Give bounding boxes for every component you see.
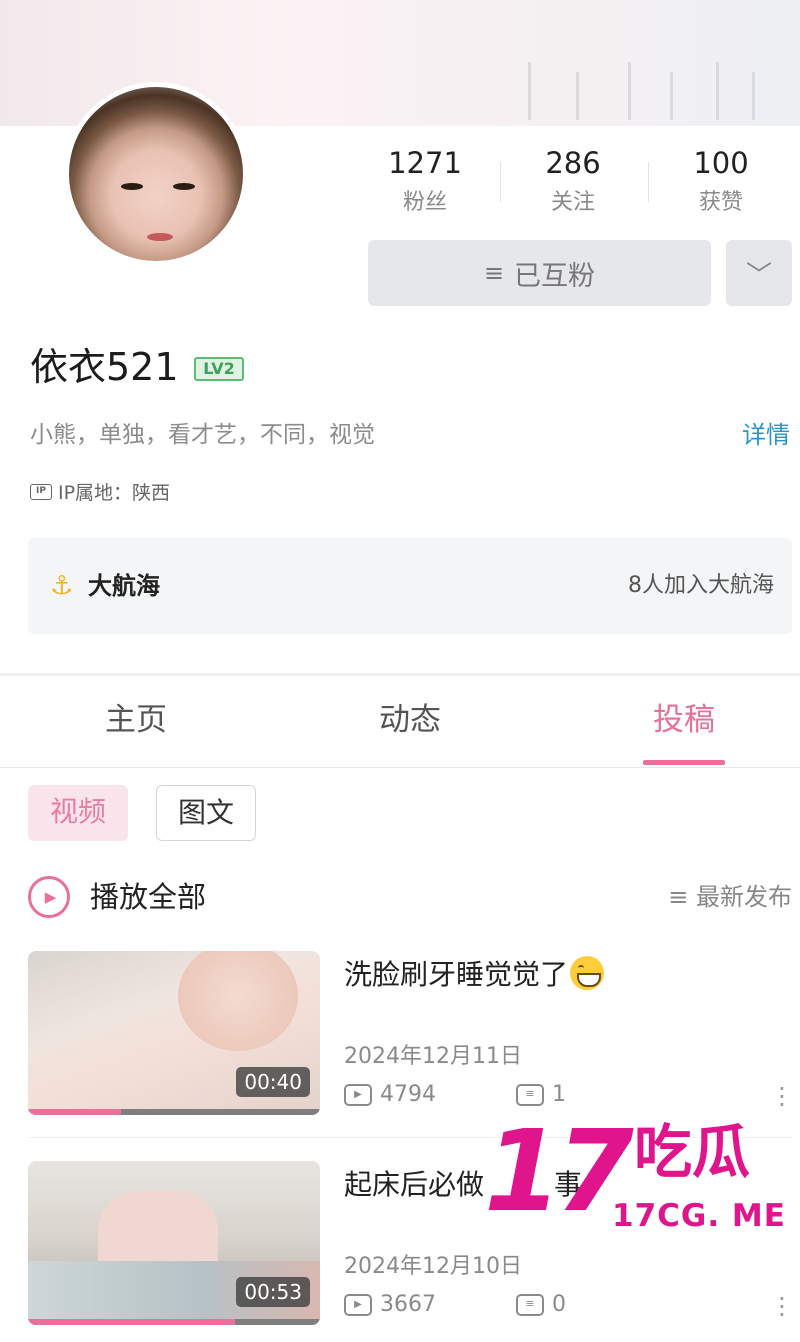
tab-dynamics[interactable]: 动态 — [310, 696, 510, 744]
anchor-icon: ⚓ — [50, 571, 74, 601]
play-count-icon: ▶ — [344, 1084, 372, 1106]
video-duration: 00:53 — [236, 1277, 310, 1307]
grinning-face-emoji-icon — [570, 956, 605, 990]
stat-label: 获赞 — [698, 190, 743, 215]
thumbnail-detail — [178, 951, 298, 1051]
stat-label: 粉丝 — [402, 190, 447, 215]
stat-likes[interactable]: 100 获赞 — [656, 146, 786, 216]
more-options-button[interactable]: ﹀ — [726, 240, 792, 306]
video-list-item[interactable]: 00:40 洗脸刷牙睡觉觉了 2024年12月11日 ▶ 4794 ≡ 1 · ·… — [28, 951, 800, 1121]
stat-value: 1271 — [388, 146, 462, 180]
video-meta: ▶ 3667 ≡ 0 — [344, 1291, 566, 1319]
ip-location-text: IP属地：陕西 — [58, 482, 171, 504]
comment-count: 1 — [552, 1082, 566, 1107]
video-title: 洗脸刷牙睡觉觉了 — [344, 955, 605, 995]
profile-name: 依衣521 — [30, 345, 179, 389]
banner-decoration — [576, 72, 579, 120]
voyage-title: 大航海 — [88, 572, 160, 600]
detail-link[interactable]: 详情 — [742, 420, 790, 450]
watch-progress-bar — [28, 1319, 320, 1325]
watermark-domain: 17CG. ME — [612, 1198, 786, 1234]
stat-value: 100 — [693, 146, 749, 180]
video-title-text: 洗脸刷牙睡觉觉了 — [344, 958, 569, 991]
video-thumbnail[interactable]: 00:53 — [28, 1161, 320, 1325]
banner-decoration — [628, 62, 631, 120]
comment-icon: ≡ — [516, 1294, 544, 1316]
follow-button-label: 已互粉 — [514, 260, 596, 292]
play-all-button[interactable]: 播放全部 — [90, 876, 206, 918]
comment-icon: ≡ — [516, 1084, 544, 1106]
voyage-card[interactable]: ⚓ 大航海 8人加入大航海 — [28, 538, 792, 634]
stat-divider — [648, 162, 649, 202]
ip-location: IP IP属地：陕西 — [30, 478, 170, 505]
view-count: 4794 — [380, 1082, 436, 1107]
profile-bio: 小熊，单独，看才艺，不同，视觉 — [30, 422, 375, 448]
stat-value: 286 — [545, 146, 601, 180]
banner-decoration — [752, 72, 755, 120]
video-title-text: 起床后必做 — [344, 1168, 485, 1201]
play-count-icon: ▶ — [344, 1294, 372, 1316]
avatar-detail — [147, 233, 173, 241]
avatar[interactable] — [64, 82, 248, 266]
video-meta: ▶ 4794 ≡ 1 — [344, 1081, 566, 1109]
watch-progress-bar — [28, 1109, 320, 1115]
sort-latest-button[interactable]: ≡ 最新发布 — [668, 880, 792, 914]
video-duration: 00:40 — [236, 1067, 310, 1097]
banner-decoration — [716, 62, 719, 120]
chevron-down-icon: ﹀ — [745, 260, 772, 291]
tab-submissions[interactable]: 投稿 — [584, 696, 784, 744]
watch-progress-fill — [28, 1109, 122, 1115]
mutual-follow-button[interactable]: ≡ 已互粉 — [368, 240, 711, 306]
active-tab-indicator — [643, 760, 725, 765]
profile-stats: 1271 粉丝 286 关注 100 获赞 — [350, 146, 800, 226]
voyage-count: 8人加入大航海 — [628, 573, 774, 598]
tab-home[interactable]: 主页 — [36, 696, 236, 744]
level-badge: LV2 — [194, 357, 244, 381]
more-vertical-icon[interactable]: · · · — [778, 1287, 786, 1327]
stat-following[interactable]: 286 关注 — [508, 146, 638, 216]
more-vertical-icon[interactable]: · · · — [778, 1077, 786, 1117]
comment-count: 0 — [552, 1292, 566, 1317]
tabs-divider — [0, 767, 800, 768]
watermark-number: 17 — [484, 1107, 634, 1237]
avatar-detail — [173, 183, 195, 190]
stat-fans[interactable]: 1271 粉丝 — [360, 146, 490, 216]
video-thumbnail[interactable]: 00:40 — [28, 951, 320, 1115]
banner-decoration — [528, 62, 531, 120]
filter-image-text-chip[interactable]: 图文 — [156, 785, 256, 841]
banner-decoration — [670, 72, 673, 120]
site-watermark: 17 吃瓜 17CG. ME — [484, 1116, 794, 1236]
view-count: 3667 — [380, 1292, 436, 1317]
watch-progress-fill — [28, 1319, 236, 1325]
avatar-detail — [121, 183, 143, 190]
filter-video-chip[interactable]: 视频 — [28, 785, 128, 841]
stat-divider — [500, 162, 501, 202]
stat-label: 关注 — [550, 190, 595, 215]
video-date: 2024年12月10日 — [344, 1254, 522, 1279]
watermark-chinese: 吃瓜 — [634, 1118, 751, 1186]
video-date: 2024年12月11日 — [344, 1044, 522, 1069]
section-divider — [0, 673, 800, 676]
ip-icon: IP — [30, 483, 52, 500]
play-circle-icon[interactable]: ▶ — [28, 876, 70, 918]
menu-icon: ≡ — [483, 259, 505, 287]
